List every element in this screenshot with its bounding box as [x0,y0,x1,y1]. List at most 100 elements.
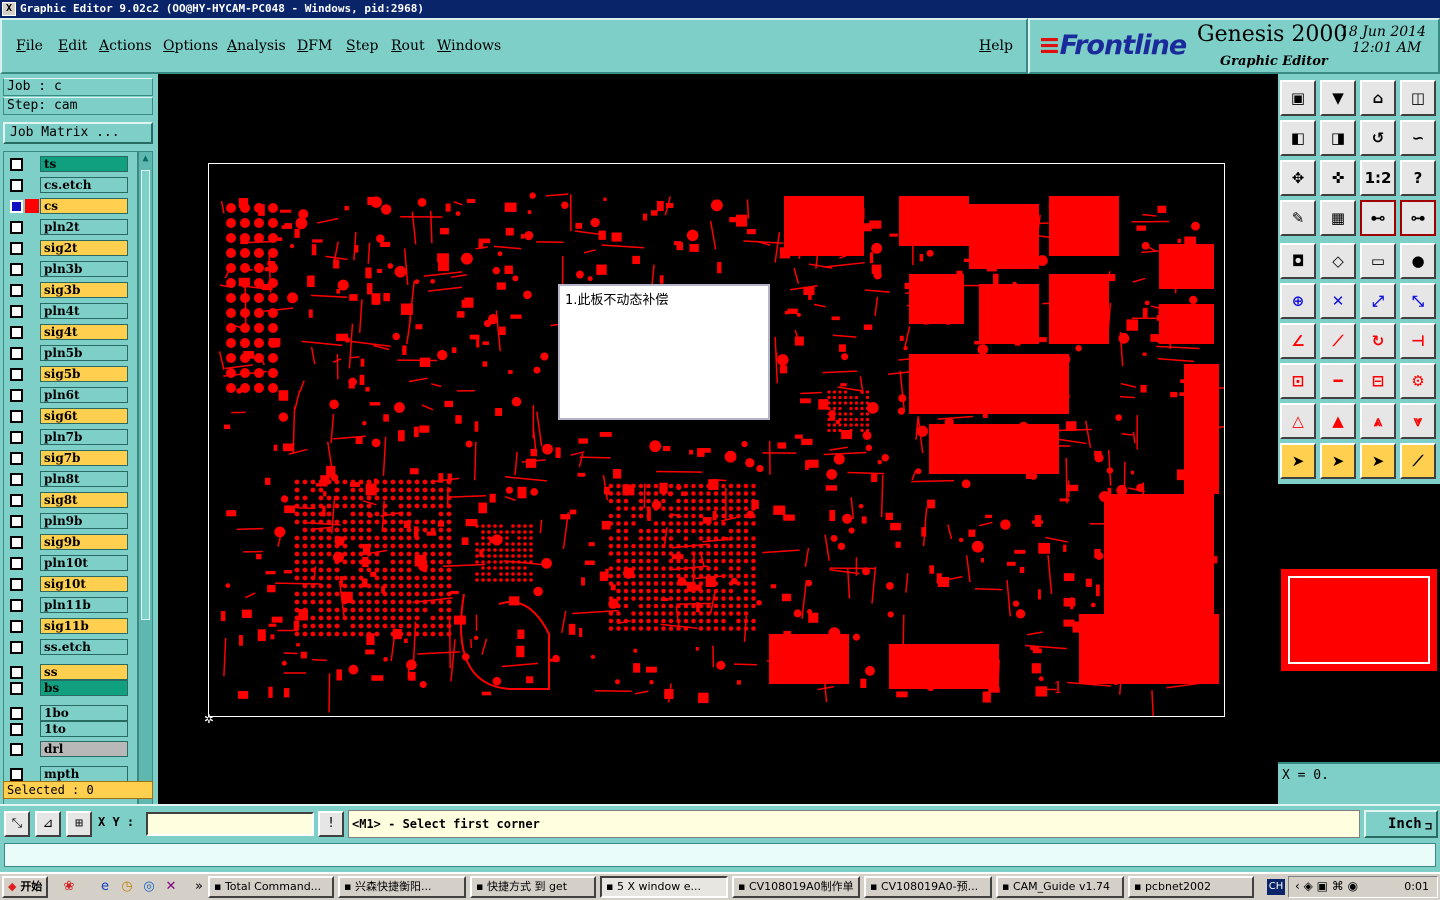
layer-row[interactable]: ss.etch [6,639,128,655]
layer-checkbox[interactable] [10,723,23,736]
layer-row[interactable]: pln10t [6,555,128,571]
layer-name[interactable]: pln6t [40,387,128,403]
step-out-icon[interactable]: ◨ [1320,120,1356,156]
bar-icon[interactable]: ━ [1320,363,1356,399]
menu-options[interactable]: Options [163,38,218,54]
layer-name[interactable]: drl [40,741,128,757]
menu-windows[interactable]: Windows [437,38,501,54]
layer-checkbox[interactable] [10,515,23,528]
layer-name[interactable]: bs [40,680,128,696]
layer-row[interactable]: sig4t [6,324,128,340]
units-select[interactable]: Inch ⊐ [1364,810,1438,838]
scale-icon[interactable]: 1:2 [1360,160,1396,196]
layer-name[interactable]: sig4t [40,324,128,340]
edit-icon[interactable]: ✎ [1280,200,1316,236]
scroll-thumb[interactable] [141,170,150,620]
angle-icon[interactable]: ∠ [1280,323,1316,359]
route-icon[interactable]: ⟋ [1400,443,1436,479]
taskbar-button[interactable]: ▪ CV108019A0制作单 [732,876,860,898]
taskbar-button[interactable]: ▪ pcbnet2002 [1128,876,1254,898]
layer-scrollbar[interactable]: ▲ ▼ [138,151,153,851]
xy-input[interactable] [146,812,314,836]
scroll-up-icon[interactable]: ▲ [140,153,151,165]
quicklaunch-app-icon[interactable]: ❀ [60,878,78,896]
menu-actions[interactable]: Actions [99,38,152,54]
layer-name[interactable]: sig9b [40,534,128,550]
job-matrix-button[interactable]: Job Matrix ... [3,122,153,144]
step-in-icon[interactable]: ◧ [1280,120,1316,156]
menu-dfm[interactable]: DFM [297,38,332,54]
layer-checkbox[interactable] [10,179,23,192]
layer-row[interactable]: pln7b [6,429,128,445]
help-icon[interactable]: ? [1400,160,1436,196]
layer-row[interactable]: pln4t [6,303,128,319]
layer-name[interactable]: sig6t [40,408,128,424]
taskbar-button[interactable]: ▪ 兴森快捷衡阳... [338,876,466,898]
resize-icon[interactable]: ⊟ [1360,363,1396,399]
layer-name[interactable]: pln4t [40,303,128,319]
layer-name[interactable]: ss [40,664,128,680]
layer-row[interactable]: ss [6,664,128,680]
layer-checkbox[interactable] [10,284,23,297]
snap-grid-icon[interactable]: ⊞ [66,811,92,837]
open-icon[interactable]: ▣ [1280,80,1316,116]
undo-icon[interactable]: ↺ [1360,120,1396,156]
menu-edit[interactable]: Edit [58,38,87,54]
layer-row[interactable]: sig2t [6,240,128,256]
zoom-area-icon[interactable]: ⤡ [4,811,30,837]
layer-name[interactable]: sig2t [40,240,128,256]
tri2-icon[interactable]: ▲ [1320,403,1356,439]
layer-name[interactable]: pln10t [40,555,128,571]
pad-icon[interactable]: ◘ [1280,243,1316,279]
layer-checkbox[interactable] [10,368,23,381]
layer-row[interactable]: ts [6,156,128,172]
layer-name[interactable]: sig10t [40,576,128,592]
ruler-icon[interactable]: ▭ [1360,243,1396,279]
layer-name[interactable]: pln9b [40,513,128,529]
menu-analysis[interactable]: Analysis [227,38,286,54]
layer-name[interactable]: pln11b [40,597,128,613]
taskbar-button[interactable]: ▪ CV108019A0-预... [864,876,992,898]
layer-checkbox[interactable] [10,410,23,423]
layer-row[interactable]: sig3b [6,282,128,298]
layer-row[interactable]: cs.etch [6,177,128,193]
layer-row[interactable]: sig6t [6,408,128,424]
layer-checkbox[interactable] [10,578,23,591]
layer-row[interactable]: drl [6,741,128,757]
alert-icon[interactable]: ! [318,811,344,837]
layer-checkbox[interactable] [10,347,23,360]
layer-checkbox[interactable] [10,200,23,213]
layer-row[interactable]: pln2t [6,219,128,235]
layer-name[interactable]: 1bo [40,705,128,721]
layer-row[interactable]: pln3b [6,261,128,277]
layer-checkbox[interactable] [10,557,23,570]
layer-row[interactable]: pln5b [6,345,128,361]
layer-name[interactable]: pln8t [40,471,128,487]
app-x-icon[interactable]: X [2,2,16,16]
layer-name[interactable]: ss.etch [40,639,128,655]
layer-checkbox[interactable] [10,599,23,612]
layer-row[interactable]: mpth [6,766,128,782]
snap-icon[interactable]: ⊷ [1360,200,1396,236]
connect-icon[interactable]: ⊶ [1400,200,1436,236]
redo-icon[interactable]: ∽ [1400,120,1436,156]
line-icon[interactable]: ⤢ [1360,283,1396,319]
ime-indicator[interactable]: CH [1267,879,1285,895]
layer-row[interactable]: sig8t [6,492,128,508]
layer-checkbox[interactable] [10,768,23,781]
layer-checkbox[interactable] [10,682,23,695]
layer-checkbox[interactable] [10,263,23,276]
window-icon[interactable]: ◫ [1400,80,1436,116]
layer-row[interactable]: sig10t [6,576,128,592]
layer-checkbox[interactable] [10,707,23,720]
taskbar-button[interactable]: ▪ CAM_Guide v1.74 [996,876,1124,898]
layer-checkbox[interactable] [10,620,23,633]
pin-icon[interactable]: ⊡ [1280,363,1316,399]
layer-name[interactable]: 1to [40,721,128,737]
menu-help[interactable]: Help [979,38,1013,54]
home-icon[interactable]: ⌂ [1360,80,1396,116]
layer-checkbox[interactable] [10,641,23,654]
layer-checkbox[interactable] [10,326,23,339]
tri1-icon[interactable]: △ [1280,403,1316,439]
layer-name[interactable]: sig3b [40,282,128,298]
